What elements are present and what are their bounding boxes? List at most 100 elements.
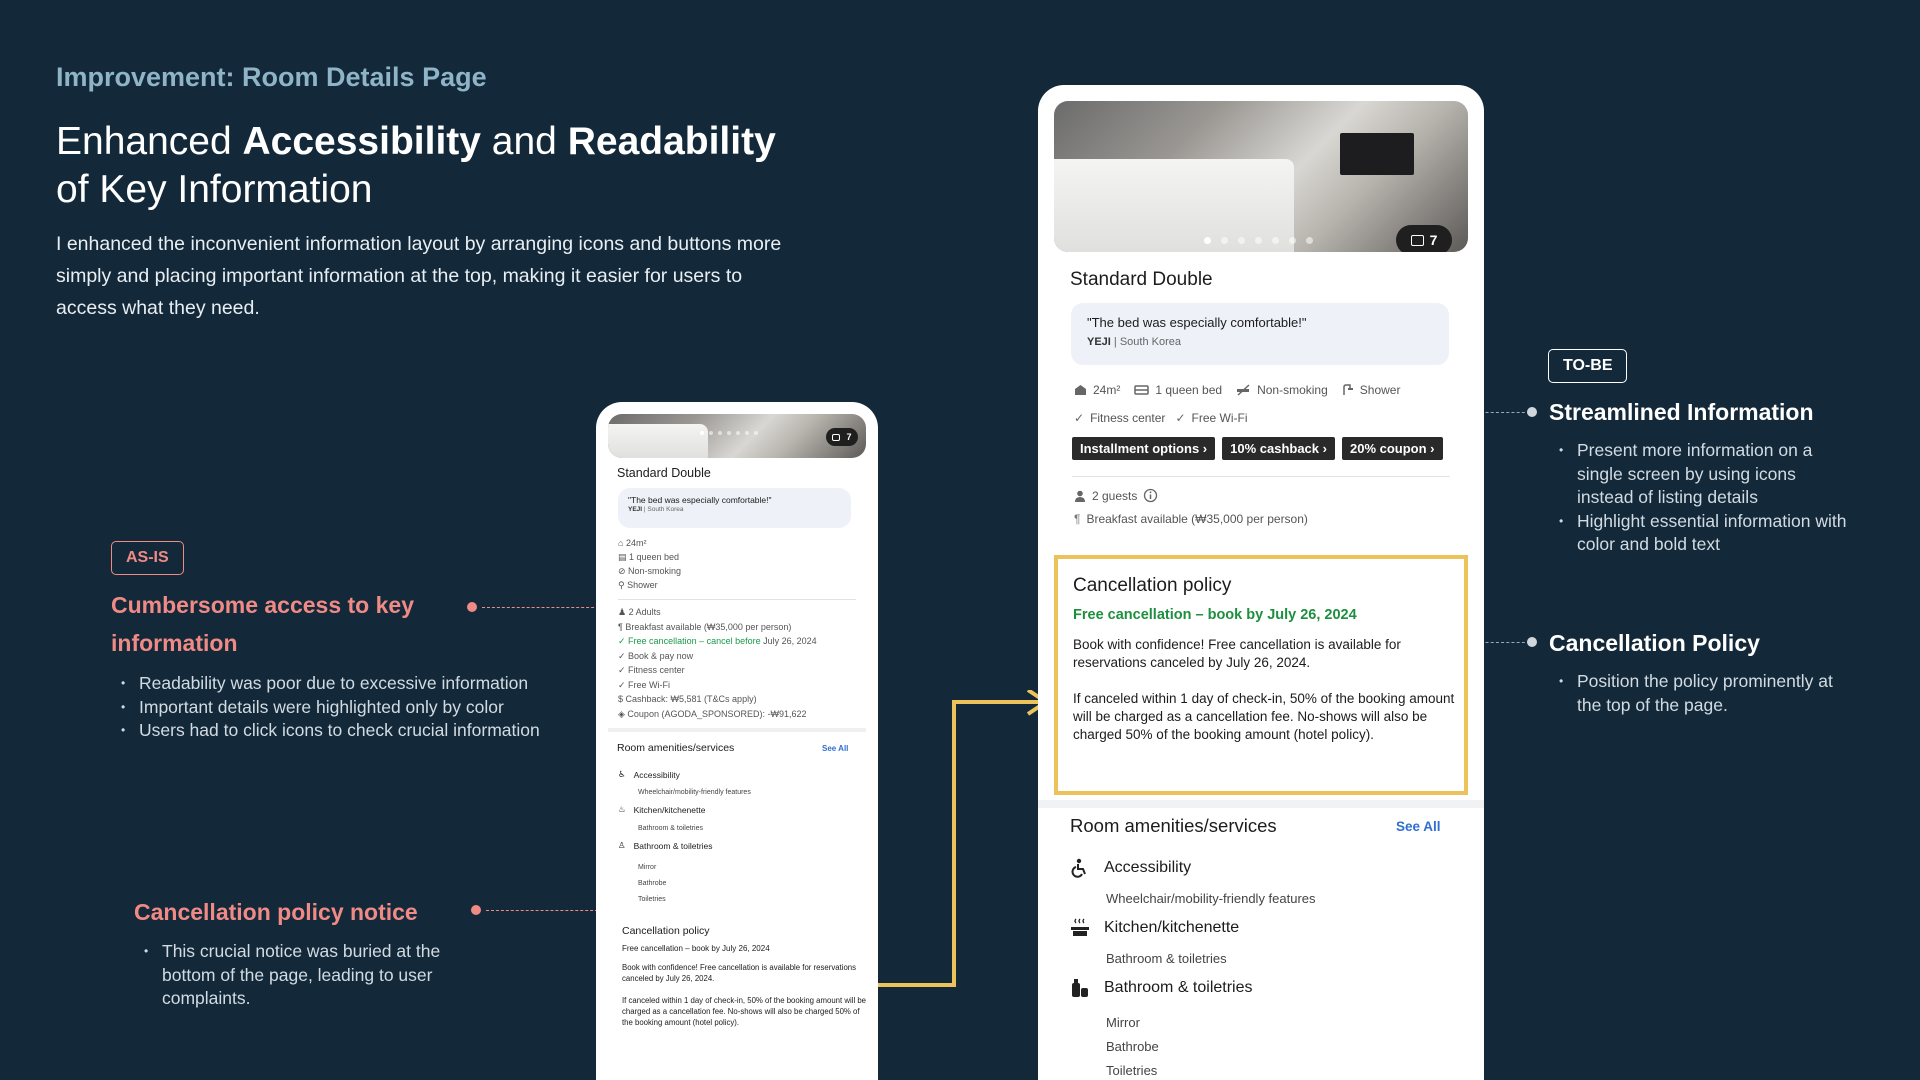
section-divider bbox=[1038, 800, 1484, 808]
review-quote: "The bed was especially comfortable!" bbox=[1087, 315, 1307, 330]
detail-date: July 26, 2024 bbox=[760, 636, 817, 646]
policy-paragraph: If canceled within 1 day of check-in, 50… bbox=[622, 996, 867, 1027]
policy-free-cancel: Free cancellation – book by July 26, 202… bbox=[1073, 607, 1357, 623]
spec-label: 1 queen bed bbox=[629, 552, 680, 562]
review-card[interactable]: "The bed was especially comfortable!" YE… bbox=[1071, 303, 1449, 365]
as-is-note2-title: Cancellation policy notice bbox=[134, 899, 418, 925]
spec-label: 1 queen bed bbox=[1155, 383, 1223, 397]
toiletries-icon bbox=[1072, 979, 1088, 997]
wheelchair-icon: ♿ bbox=[618, 769, 626, 779]
connector-dot bbox=[467, 602, 477, 612]
amenity-sub: Bathrobe bbox=[638, 880, 667, 887]
wheelchair-icon bbox=[1071, 858, 1086, 878]
detail-label: Coupon (AGODA_SPONSORED): -₩91,622 bbox=[627, 708, 807, 719]
no-smoking-icon: ⊘ bbox=[618, 566, 629, 576]
building-icon bbox=[1075, 385, 1086, 395]
detail-label: Free Wi-Fi bbox=[628, 679, 671, 690]
chip-installment[interactable]: Installment options › bbox=[1072, 437, 1216, 460]
spec-label: 24m² bbox=[625, 538, 647, 548]
shower-icon: ⚲ bbox=[618, 580, 628, 590]
spec-label: 24m² bbox=[1093, 383, 1121, 397]
connector-line bbox=[482, 607, 604, 608]
to-be-note1-bullets: Present more information on a single scr… bbox=[1549, 439, 1849, 557]
amenity-label: Bathroom & toiletries bbox=[1104, 979, 1253, 996]
as-is-note1-title: Cumbersome access to key information bbox=[111, 592, 414, 656]
photo-count-badge[interactable]: 7 bbox=[826, 428, 858, 446]
see-all-link[interactable]: See All bbox=[1396, 819, 1441, 834]
eyebrow-title: Improvement: Room Details Page bbox=[56, 62, 487, 92]
connector-dot bbox=[471, 905, 481, 915]
amenity-label: Bathroom & toiletries bbox=[633, 840, 713, 851]
bathroom-icon: ♙ bbox=[618, 840, 626, 850]
bed-icon: ▤ bbox=[618, 552, 630, 562]
amenity-sub: Mirror bbox=[638, 864, 657, 871]
room-photo[interactable]: 7 bbox=[1054, 101, 1468, 252]
breakfast-label: Breakfast available (₩35,000 per person) bbox=[1086, 512, 1308, 526]
cashback-icon: $ bbox=[618, 694, 626, 704]
room-specs: ⌂ 24m² ▤ 1 queen bed ⊘ Non-smoking ⚲ Sho… bbox=[618, 536, 681, 592]
divider bbox=[1072, 476, 1450, 477]
see-all-link[interactable]: See All bbox=[822, 744, 848, 753]
image-icon bbox=[1410, 234, 1424, 246]
amenity-label: Kitchen/kitchenette bbox=[1104, 919, 1240, 936]
detail-item: ♟ 2 Adults bbox=[618, 605, 817, 620]
connector-dot bbox=[1527, 637, 1537, 647]
headline-part: and bbox=[480, 120, 568, 163]
amenity-kitchen: Kitchen/kitchenette bbox=[1070, 918, 1239, 938]
policy-free-cancel: Free cancellation – book by July 26, 202… bbox=[622, 944, 770, 953]
spec-size: 24m² bbox=[1074, 383, 1120, 397]
amenity-accessibility: ♿ Accessibility bbox=[618, 769, 680, 780]
review-quote: "The bed was especially comfortable!" bbox=[628, 495, 772, 505]
photo-pager[interactable] bbox=[1204, 237, 1313, 244]
check-icon: ✓ bbox=[618, 650, 629, 661]
chip-cashback[interactable]: 10% cashback › bbox=[1222, 437, 1335, 460]
chip-coupon[interactable]: 20% coupon › bbox=[1341, 437, 1443, 460]
detail-label: 2 Adults bbox=[628, 607, 661, 617]
spec-item: ⌂ 24m² bbox=[618, 536, 681, 550]
spec-smoking: Non-smoking bbox=[1236, 383, 1328, 397]
check-icon: ✓ bbox=[618, 665, 629, 675]
to-be-note2-bullets: Position the policy prominently at the t… bbox=[1549, 670, 1839, 717]
policy-body: Book with confidence! Free cancellation … bbox=[622, 962, 870, 1028]
amenity-sub: Bathrobe bbox=[1106, 1039, 1159, 1054]
spec-item: ⚲ Shower bbox=[618, 578, 681, 592]
room-specs: 24m² 1 queen bed Non-smoking Shower bbox=[1074, 383, 1400, 397]
amenities-title: Room amenities/services bbox=[617, 742, 735, 754]
amenity-sub: Wheelchair/mobility-friendly features bbox=[638, 789, 751, 796]
as-is-note2-bullets: This crucial notice was buried at the bo… bbox=[134, 940, 464, 1011]
headline-bold: Accessibility bbox=[242, 120, 481, 163]
spec-label: Shower bbox=[1359, 383, 1401, 397]
feature-fitness: ✓ Fitness center bbox=[1074, 411, 1165, 425]
cutlery-icon: ¶ bbox=[1074, 512, 1081, 526]
feature-label: Free Wi-Fi bbox=[1191, 411, 1248, 425]
amenity-bathroom: ♙ Bathroom & toiletries bbox=[618, 840, 713, 851]
info-icon[interactable] bbox=[1143, 488, 1158, 503]
room-photo[interactable]: 7 bbox=[608, 414, 866, 458]
amenity-sub: Bathroom & toiletries bbox=[1106, 951, 1227, 966]
amenity-sub-list: Mirror Bathrobe Toiletries bbox=[1106, 1011, 1159, 1080]
photo-count: 7 bbox=[846, 432, 852, 442]
amenity-label: Kitchen/kitchenette bbox=[633, 804, 706, 815]
review-card[interactable]: "The bed was especially comfortable!" YE… bbox=[618, 488, 851, 528]
intro-paragraph: I enhanced the inconvenient information … bbox=[56, 233, 782, 319]
check-icon: ✓ bbox=[1175, 411, 1186, 425]
page-headline: Enhanced Accessibility and Readability o… bbox=[56, 118, 816, 214]
review-author: YEJI | South Korea bbox=[1087, 333, 1433, 351]
spec-label: Shower bbox=[627, 580, 658, 590]
amenity-label: Accessibility bbox=[1104, 859, 1192, 876]
photo-count-badge[interactable]: 7 bbox=[1396, 225, 1452, 252]
feature-label: Fitness center bbox=[1090, 411, 1166, 425]
breakfast-row: ¶ Breakfast available (₩35,000 per perso… bbox=[1074, 512, 1308, 526]
detail-item: ✓ Free Wi-Fi bbox=[618, 678, 817, 693]
policy-paragraph: If canceled within 1 day of check-in, 50… bbox=[1073, 691, 1455, 742]
detail-label: Free cancellation – cancel before bbox=[628, 636, 761, 646]
detail-item: ¶ Breakfast available (₩35,000 per perso… bbox=[618, 620, 817, 635]
spec-item: ▤ 1 queen bed bbox=[618, 550, 681, 564]
phone-as-is: 7 Standard Double "The bed was especiall… bbox=[596, 402, 878, 1080]
spec-label: Non-smoking bbox=[628, 566, 682, 576]
policy-paragraph: Book with confidence! Free cancellation … bbox=[622, 963, 857, 983]
phone-to-be: 7 Standard Double "The bed was especiall… bbox=[1038, 85, 1484, 1080]
check-icon: ✓ bbox=[618, 679, 629, 690]
no-smoking-icon bbox=[1237, 384, 1250, 396]
photo-pager[interactable] bbox=[700, 431, 758, 435]
